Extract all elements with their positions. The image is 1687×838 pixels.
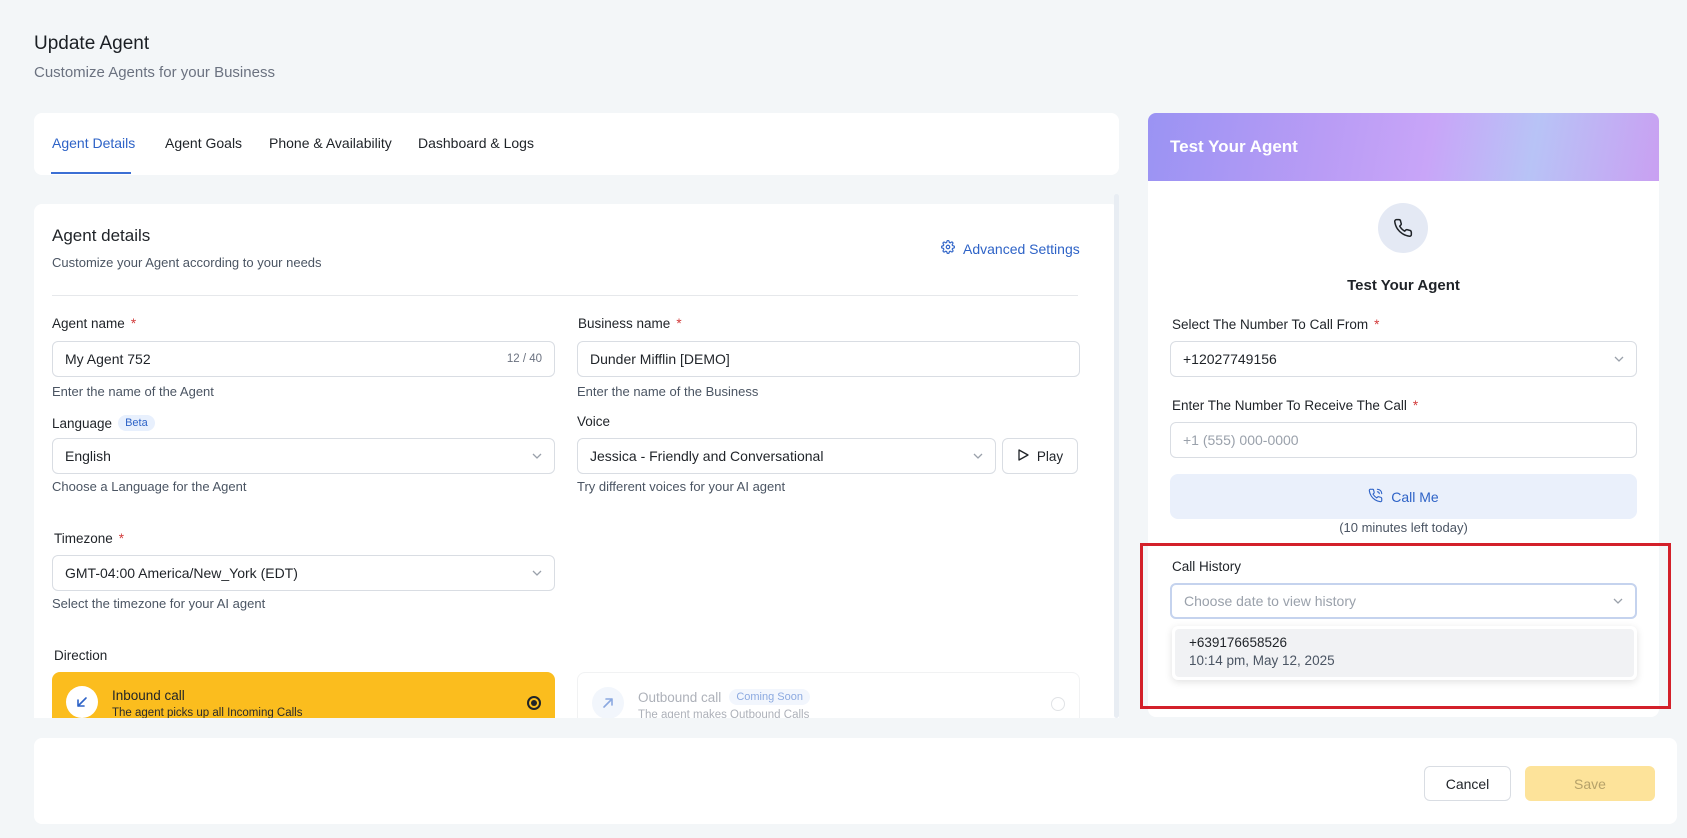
agent-name-counter: 12 / 40 bbox=[506, 353, 542, 365]
section-title: Agent details bbox=[52, 226, 151, 245]
receive-number-field[interactable] bbox=[1183, 432, 1624, 448]
tab-phone-availability[interactable]: Phone & Availability bbox=[269, 135, 392, 151]
arrow-up-right-icon bbox=[592, 687, 624, 718]
chevron-down-icon bbox=[532, 451, 542, 462]
highlight-box bbox=[1140, 543, 1671, 709]
business-name-hint: Enter the name of the Business bbox=[577, 384, 759, 399]
voice-value: Jessica - Friendly and Conversational bbox=[590, 448, 824, 464]
voice-label: Voice bbox=[577, 414, 611, 429]
agent-name-hint: Enter the name of the Agent bbox=[52, 384, 214, 399]
receive-number-label: Enter The Number To Receive The Call * bbox=[1172, 398, 1419, 413]
gear-icon bbox=[941, 240, 955, 257]
arrow-down-left-icon bbox=[66, 686, 98, 718]
divider bbox=[52, 295, 1078, 296]
test-agent-title: Test Your Agent bbox=[1347, 277, 1460, 294]
save-button[interactable]: Save bbox=[1525, 766, 1655, 801]
receive-number-input[interactable] bbox=[1170, 422, 1637, 458]
beta-badge: Beta bbox=[118, 415, 155, 431]
tab-dashboard-logs[interactable]: Dashboard & Logs bbox=[418, 135, 534, 151]
outbound-subtitle: The agent makes Outbound Calls bbox=[638, 709, 810, 718]
outbound-title-row: Outbound call Coming Soon bbox=[638, 689, 810, 705]
timezone-value: GMT-04:00 America/New_York (EDT) bbox=[65, 565, 298, 581]
footer-bar: Cancel Save bbox=[34, 738, 1677, 824]
timezone-select[interactable]: GMT-04:00 America/New_York (EDT) bbox=[52, 555, 555, 591]
play-icon bbox=[1017, 448, 1029, 464]
outbound-radio bbox=[1051, 697, 1065, 711]
timezone-hint: Select the timezone for your AI agent bbox=[52, 596, 266, 611]
coming-soon-badge: Coming Soon bbox=[729, 689, 810, 705]
call-me-button[interactable]: Call Me bbox=[1170, 474, 1637, 519]
section-subtitle: Customize your Agent according to your n… bbox=[52, 255, 322, 270]
test-agent-header-title: Test Your Agent bbox=[1170, 137, 1298, 156]
chevron-down-icon bbox=[973, 451, 983, 462]
timezone-label: Timezone * bbox=[54, 531, 125, 546]
scrollbar[interactable] bbox=[1114, 194, 1119, 718]
minutes-left: (10 minutes left today) bbox=[1339, 520, 1468, 535]
inbound-radio[interactable] bbox=[527, 696, 541, 710]
business-name-input[interactable] bbox=[577, 341, 1080, 377]
inbound-subtitle: The agent picks up all Incoming Calls bbox=[112, 707, 303, 718]
voice-hint: Try different voices for your AI agent bbox=[577, 479, 786, 494]
agent-name-input[interactable]: 12 / 40 bbox=[52, 341, 555, 377]
agent-name-field[interactable] bbox=[65, 351, 507, 367]
advanced-settings-label: Advanced Settings bbox=[963, 240, 1080, 257]
play-voice-button[interactable]: Play bbox=[1002, 438, 1078, 474]
tab-agent-details[interactable]: Agent Details bbox=[52, 135, 135, 151]
inbound-call-option[interactable]: Inbound call The agent picks up all Inco… bbox=[52, 672, 555, 718]
call-from-label: Select The Number To Call From * bbox=[1172, 317, 1380, 332]
business-name-field[interactable] bbox=[590, 351, 1067, 367]
agent-name-label: Agent name * bbox=[52, 316, 137, 331]
inbound-title: Inbound call bbox=[112, 688, 185, 703]
voice-select[interactable]: Jessica - Friendly and Conversational bbox=[577, 438, 996, 474]
chevron-down-icon bbox=[532, 568, 542, 579]
test-agent-header: Test Your Agent bbox=[1148, 113, 1659, 181]
outbound-call-option: Outbound call Coming Soon The agent make… bbox=[577, 672, 1080, 718]
active-tab-indicator bbox=[51, 172, 131, 174]
phone-call-icon bbox=[1368, 488, 1383, 506]
direction-label: Direction bbox=[54, 648, 108, 663]
business-name-label: Business name * bbox=[578, 316, 682, 331]
tab-agent-goals[interactable]: Agent Goals bbox=[165, 135, 242, 151]
call-from-select[interactable]: +12027749156 bbox=[1170, 341, 1637, 377]
language-select[interactable]: English bbox=[52, 438, 555, 474]
page-title: Update Agent bbox=[34, 33, 150, 54]
language-label: Language Beta bbox=[52, 415, 155, 431]
phone-icon bbox=[1378, 203, 1428, 253]
chevron-down-icon bbox=[1614, 354, 1624, 365]
tabs-bar: Agent Details Agent Goals Phone & Availa… bbox=[34, 113, 1119, 175]
advanced-settings-link[interactable]: Advanced Settings bbox=[941, 240, 1080, 257]
agent-details-card: Agent details Customize your Agent accor… bbox=[34, 204, 1119, 718]
call-from-value: +12027749156 bbox=[1183, 351, 1277, 367]
page-subtitle: Customize Agents for your Business bbox=[34, 64, 275, 81]
language-value: English bbox=[65, 448, 111, 464]
language-hint: Choose a Language for the Agent bbox=[52, 479, 247, 494]
cancel-button[interactable]: Cancel bbox=[1424, 766, 1511, 801]
